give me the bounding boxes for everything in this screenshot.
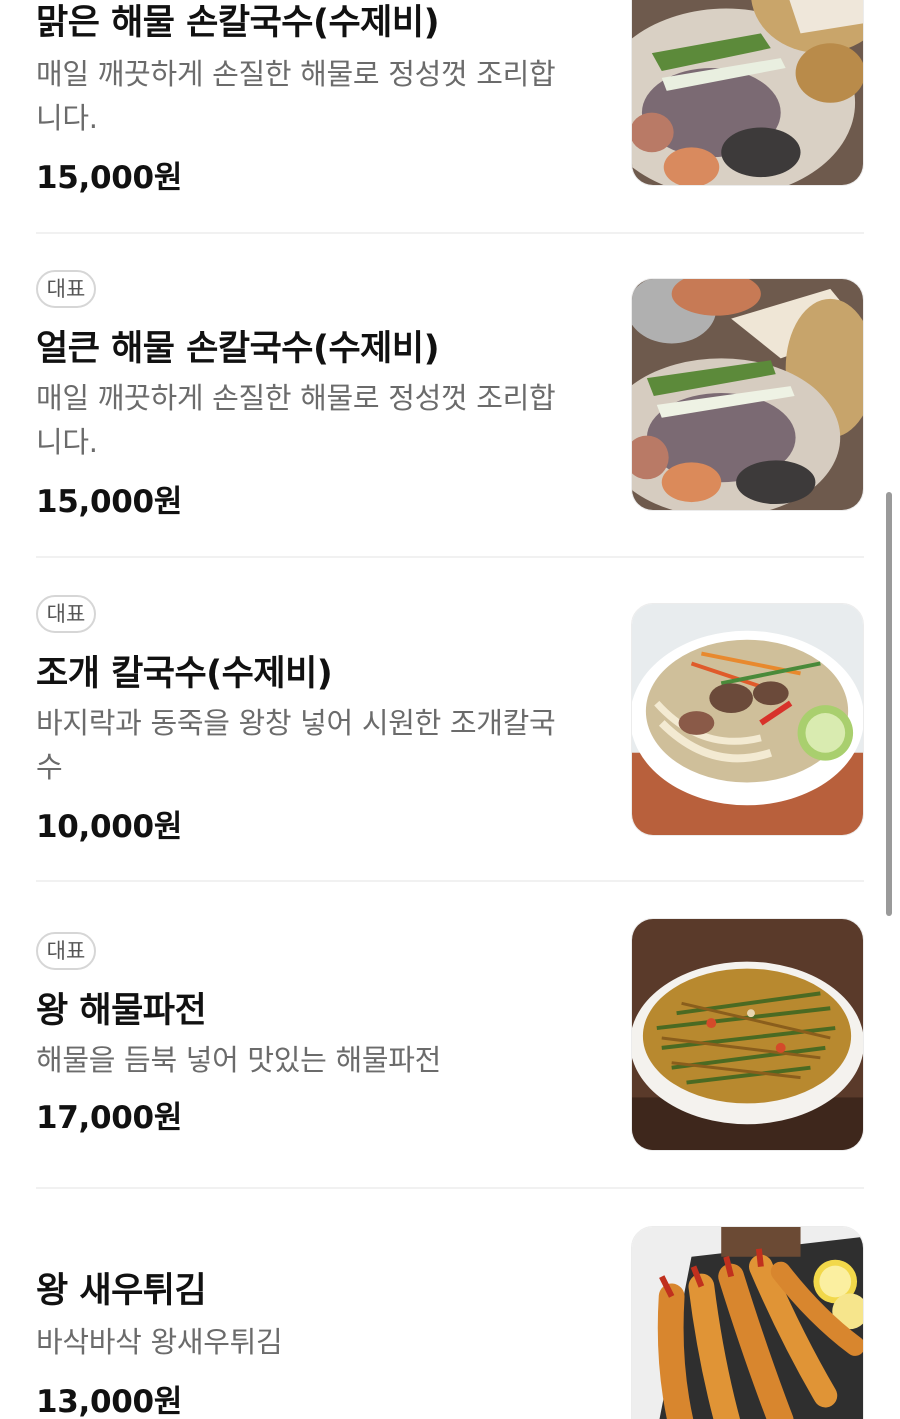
menu-item-clear-seafood-kalguksu[interactable]: 맑은 해물 손칼국수(수제비) 매일 깨끗하게 손질한 해물로 정성껏 조리합니…	[36, 0, 864, 233]
menu-item-name: 조개 칼국수(수제비)	[36, 654, 333, 694]
divider	[36, 556, 864, 558]
menu-item-description: 매일 깨끗하게 손질한 해물로 정성껏 조리합니다.	[36, 381, 556, 459]
menu-item-clam-kalguksu[interactable]: 대표 조개 칼국수(수제비) 바지락과 동죽을 왕창 넣어 시원한 조개칼국수 …	[36, 595, 864, 845]
menu-item-description: 해물을 듬북 넣어 맛있는 해물파전	[36, 1043, 441, 1077]
divider	[36, 1187, 864, 1189]
menu-item-price: 10,000원	[36, 809, 183, 845]
signature-badge: 대표	[36, 270, 96, 308]
menu-item-fried-jumbo-shrimp[interactable]: 왕 새우튀김 바삭바삭 왕새우튀김 13,000원	[36, 1226, 864, 1419]
menu-item-name: 왕 새우튀김	[36, 1271, 207, 1311]
menu-item-price: 15,000원	[36, 160, 183, 196]
divider	[36, 232, 864, 234]
menu-item-spicy-seafood-kalguksu[interactable]: 대표 얼큰 해물 손칼국수(수제비) 매일 깨끗하게 손질한 해물로 정성껏 조…	[36, 270, 864, 520]
menu-item-price: 13,000원	[36, 1384, 183, 1419]
scrollbar[interactable]	[886, 492, 892, 916]
menu-item-price: 17,000원	[36, 1100, 183, 1136]
menu-item-seafood-pancake[interactable]: 대표 왕 해물파전 해물을 듬북 넣어 맛있는 해물파전 17,000원	[36, 918, 864, 1152]
menu-item-price: 15,000원	[36, 484, 183, 520]
menu-item-description: 바지락과 동죽을 왕창 넣어 시원한 조개칼국수	[36, 706, 556, 784]
divider	[36, 880, 864, 882]
seafood-pancake-photo	[631, 918, 864, 1151]
menu-list-screen: 맑은 해물 손칼국수(수제비) 매일 깨끗하게 손질한 해물로 정성껏 조리합니…	[0, 0, 900, 1419]
menu-item-description: 바삭바삭 왕새우튀김	[36, 1325, 283, 1359]
signature-badge: 대표	[36, 932, 96, 970]
menu-item-name: 왕 해물파전	[36, 991, 207, 1031]
fried-shrimp-photo	[631, 1226, 864, 1419]
clam-noodle-soup-photo	[631, 603, 864, 836]
seafood-platter-photo	[631, 0, 864, 186]
seafood-platter-photo	[631, 278, 864, 511]
menu-item-name: 얼큰 해물 손칼국수(수제비)	[36, 329, 440, 369]
menu-item-name: 맑은 해물 손칼국수(수제비)	[36, 3, 440, 43]
signature-badge: 대표	[36, 595, 96, 633]
menu-item-description: 매일 깨끗하게 손질한 해물로 정성껏 조리합니다.	[36, 57, 556, 135]
